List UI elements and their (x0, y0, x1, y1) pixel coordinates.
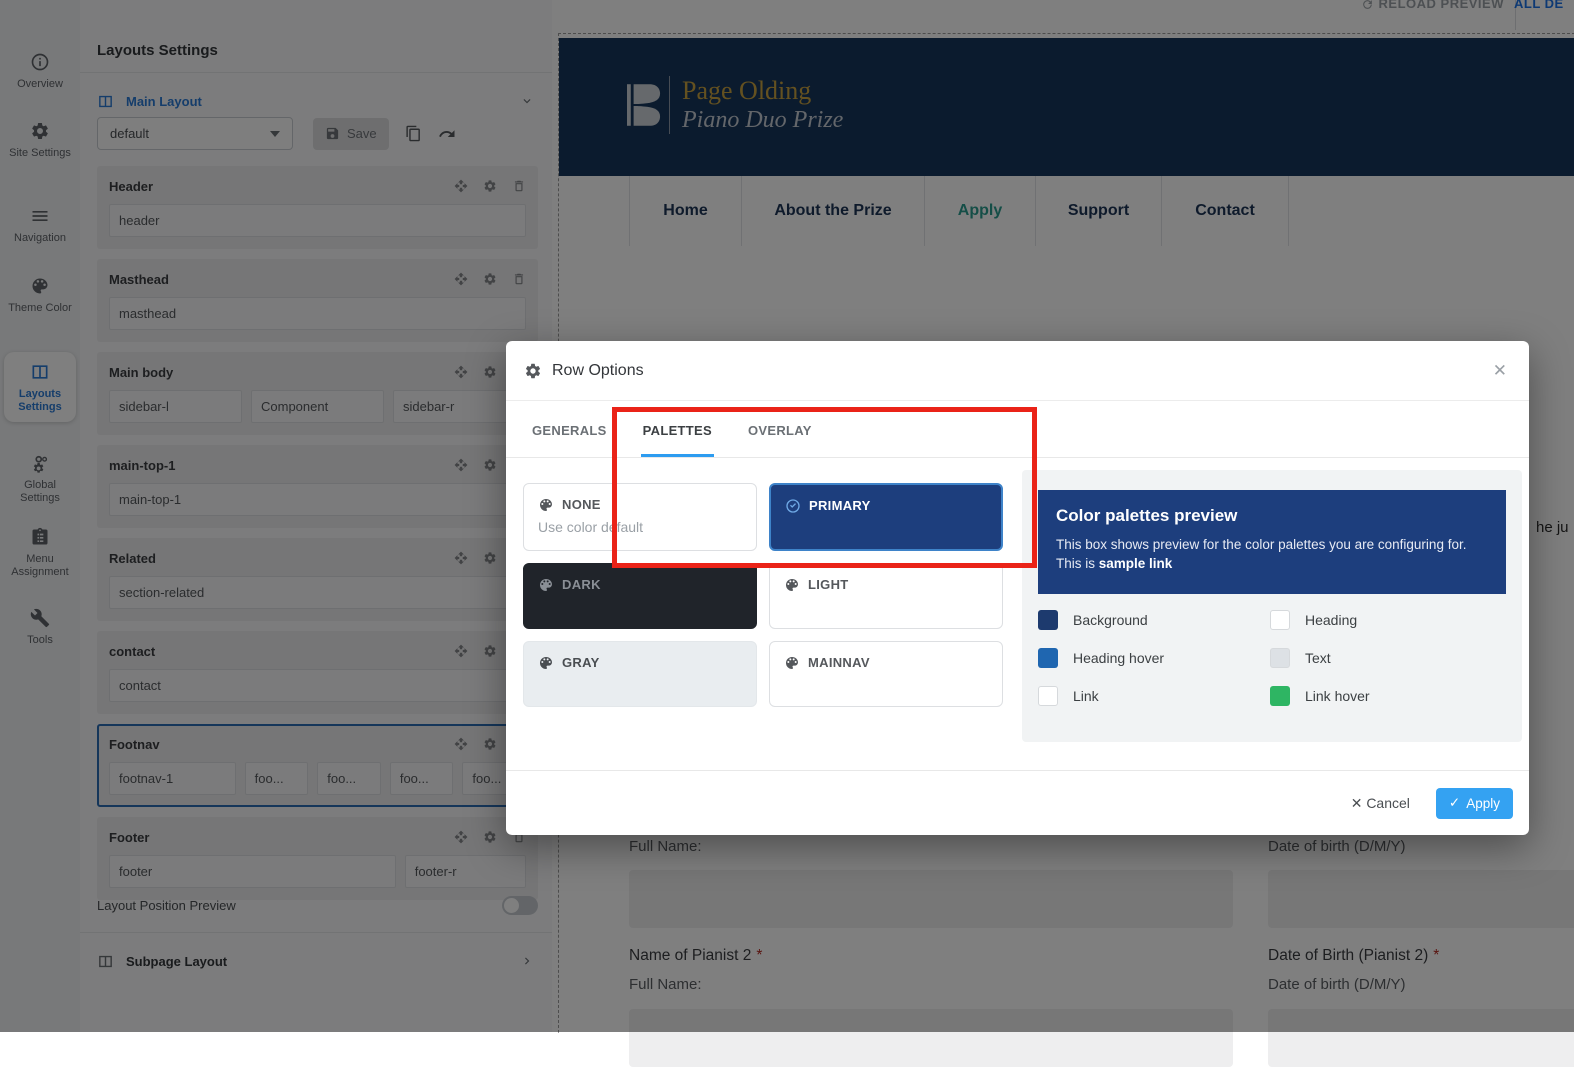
swatch-label: Heading hover (1073, 650, 1165, 666)
swatch-row-link-hover: Link hover (1270, 686, 1502, 706)
color-swatch (1270, 686, 1290, 706)
palette-card-label: MAINNAV (808, 654, 870, 670)
palette-card-none[interactable]: NONE Use color default (523, 483, 757, 551)
color-swatch (1270, 648, 1290, 668)
palette-card-description: Use color default (538, 518, 644, 535)
close-icon[interactable]: ✕ (1489, 357, 1511, 385)
swatch-row-heading-hover: Heading hover (1038, 648, 1270, 668)
palette-card-label: DARK (562, 576, 601, 592)
swatch-row-background: Background (1038, 610, 1270, 630)
check-circle-icon (785, 497, 801, 514)
palette-icon (538, 496, 554, 513)
row-options-modal: Row Options ✕ GENERALS PALETTES OVERLAY NO… (506, 341, 1529, 835)
palette-card-label: LIGHT (808, 576, 849, 592)
cancel-button[interactable]: ✕ Cancel (1351, 795, 1410, 812)
palette-icon (538, 576, 554, 593)
swatch-label: Heading (1305, 612, 1358, 628)
color-swatch (1038, 648, 1058, 668)
palette-card-label: GRAY (562, 654, 600, 670)
palette-card-label: NONE (562, 496, 601, 512)
apply-button[interactable]: ✓ Apply (1435, 787, 1513, 819)
palette-preview-box: Color palettes preview This box shows pr… (1038, 490, 1506, 594)
palette-preview-title: Color palettes preview (1056, 506, 1238, 525)
tab-overlay[interactable]: OVERLAY (746, 423, 814, 457)
palette-card-light[interactable]: LIGHT (769, 563, 1003, 629)
modal-title: Row Options (552, 361, 644, 379)
swatch-row-heading: Heading (1270, 610, 1502, 630)
sample-link[interactable]: sample link (1099, 556, 1173, 571)
swatch-label: Text (1305, 650, 1331, 666)
modal-header: Row Options ✕ (506, 341, 1529, 401)
palette-card-mainnav[interactable]: MAINNAV (769, 641, 1003, 707)
palette-icon (784, 576, 800, 593)
swatch-row-text: Text (1270, 648, 1502, 668)
palette-icon (538, 654, 554, 671)
color-swatch (1038, 686, 1058, 706)
palette-preview-text: This box shows preview for the color pal… (1056, 537, 1467, 571)
gear-icon (524, 362, 542, 380)
color-swatch (1270, 610, 1290, 630)
swatch-grid: Background Heading Heading hover Text Link Li… (1038, 610, 1502, 706)
tab-generals[interactable]: GENERALS (530, 423, 609, 457)
swatch-label: Link hover (1305, 688, 1370, 704)
palette-card-dark[interactable]: DARK (523, 563, 757, 629)
palette-card-label: PRIMARY (809, 497, 871, 513)
palette-grid: NONE Use color default PRIMARY DARK LIGHT GRA… (523, 483, 1003, 707)
palette-preview-panel: Color palettes preview This box shows pr… (1022, 470, 1522, 742)
modal-tabs: GENERALS PALETTES OVERLAY (506, 401, 1529, 458)
modal-content: NONE Use color default PRIMARY DARK LIGHT GRA… (506, 458, 1529, 770)
palette-card-primary[interactable]: PRIMARY (769, 483, 1003, 551)
swatch-label: Link (1073, 688, 1099, 704)
modal-footer: ✕ Cancel ✓ Apply (506, 770, 1529, 835)
swatch-label: Background (1073, 612, 1148, 628)
swatch-row-link: Link (1038, 686, 1270, 706)
color-swatch (1038, 610, 1058, 630)
tab-palettes[interactable]: PALETTES (640, 423, 714, 457)
palette-icon (784, 654, 800, 671)
palette-card-gray[interactable]: GRAY (523, 641, 757, 707)
